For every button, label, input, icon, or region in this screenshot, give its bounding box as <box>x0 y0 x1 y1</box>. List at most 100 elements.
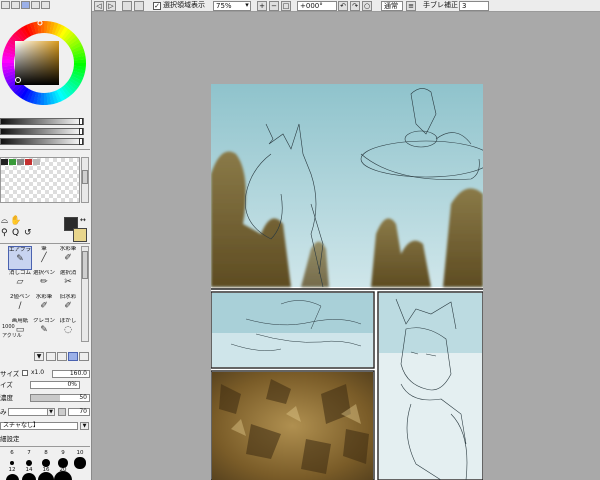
brush-tool-watercolor[interactable]: 水彩筆 ✐ <box>32 294 56 318</box>
brush-tool-airbrush[interactable]: エアブラシ✎ <box>8 246 32 270</box>
edge-square-icon[interactable] <box>79 352 89 361</box>
swatch-grid[interactable] <box>0 157 80 203</box>
shape-strength-field[interactable]: 70 <box>68 408 90 416</box>
size-lock-checkbox[interactable] <box>22 370 28 376</box>
slider-knob[interactable] <box>79 138 83 145</box>
rotate-right-icon[interactable]: ↷ <box>350 1 360 11</box>
invert-selection-icon[interactable] <box>134 1 144 11</box>
swatch-mode-icon[interactable] <box>31 1 40 9</box>
shape-row: み ▼ 70 <box>0 407 90 417</box>
left-tool-panel: ⌓ ✋ ⚲ Q ↺ ↔ エアブラシ✎筆╱水彩筆✐消しゴム▱選択ペン✏選択消✂2値… <box>0 0 92 480</box>
swatch-light-gray[interactable] <box>33 159 40 165</box>
show-selection-checkbox[interactable]: ✓ <box>153 2 161 10</box>
slider-s[interactable] <box>0 128 84 135</box>
selection-tool-icons: ⌓ ✋ ⚲ Q ↺ <box>0 216 60 242</box>
brush-size-dot[interactable] <box>42 459 50 467</box>
airbrush-icon: ✎ <box>16 254 24 264</box>
zoom-out-icon[interactable]: − <box>269 1 279 11</box>
deselect-icon[interactable] <box>122 1 132 11</box>
edge-soft-icon[interactable] <box>68 352 78 361</box>
eraser-icon: ▱ <box>16 277 24 287</box>
brush-size-dot[interactable] <box>10 461 14 465</box>
advanced-settings-row[interactable]: 細設定 <box>0 434 90 444</box>
texture-dropdown[interactable]: スチャなし】 <box>0 422 78 430</box>
magic-wand-icon[interactable]: ⚲ <box>1 228 8 238</box>
brush-tool-grid: エアブラシ✎筆╱水彩筆✐消しゴム▱選択ペン✏選択消✂2値ペン∕水彩筆✐旧水彩✐画… <box>0 244 80 344</box>
brush-size-dot[interactable] <box>5 473 19 480</box>
swatch-red[interactable] <box>25 159 32 165</box>
scrollbar-thumb[interactable] <box>82 170 88 184</box>
rotate-icon[interactable]: ↺ <box>24 228 32 238</box>
swatch-dark-gray[interactable] <box>1 159 8 165</box>
brush-size-label: 9 <box>61 450 65 456</box>
stabilizer-label: 手ブレ補正 <box>423 1 458 9</box>
size-multiplier[interactable]: x1.0 <box>31 370 44 378</box>
flip-horizontal-icon[interactable]: ≡ <box>406 1 416 11</box>
size-value-field[interactable]: 160.0 <box>52 370 90 378</box>
brush-tool-eraser[interactable]: 消しゴム ▱ <box>8 270 32 294</box>
brush-tool-crayon[interactable]: クレヨン ✎ <box>32 318 56 342</box>
rotate-left-icon[interactable]: ↶ <box>338 1 348 11</box>
slider-h[interactable] <box>0 118 84 125</box>
slider-knob[interactable] <box>79 118 83 125</box>
edge-medium-icon[interactable] <box>57 352 67 361</box>
brush-size-label: 6 <box>10 450 14 456</box>
brush-size-presets: 67891012141620 <box>0 450 90 480</box>
color-wheel[interactable] <box>0 11 88 111</box>
background-color-box[interactable] <box>73 228 87 242</box>
texture-dropdown-arrow[interactable]: ▼ <box>80 422 89 430</box>
scrollbar-thumb[interactable] <box>82 251 88 279</box>
slider-v[interactable] <box>0 138 84 145</box>
rotate-reset-icon[interactable]: ○ <box>362 1 372 11</box>
scratchpad-mode-icon[interactable] <box>41 1 50 9</box>
brush-tool-sublabel: 1000 <box>2 324 15 330</box>
brush-size-label: 12 <box>8 467 16 473</box>
zoom-in-icon[interactable]: + <box>257 1 267 11</box>
edge-hard-icon[interactable] <box>46 352 56 361</box>
min-size-field[interactable]: 0% <box>30 381 80 389</box>
move-icon[interactable]: ✋ <box>10 216 21 226</box>
brush-tool-old-watercolor[interactable]: 旧水彩 ✐ <box>56 294 80 318</box>
watercolor-icon: ✐ <box>64 253 72 263</box>
advanced-settings-label[interactable]: 細設定 <box>0 435 20 443</box>
color-wheel-mode-icon[interactable] <box>1 1 10 9</box>
chevron-down-icon[interactable]: ▾ <box>242 1 252 11</box>
swatch-gray[interactable] <box>17 159 24 165</box>
density-row: 濃度 50 <box>0 393 90 403</box>
swap-colors-icon[interactable]: ↔ <box>80 216 86 224</box>
brush-tool-watercolor[interactable]: 水彩筆 ✐ <box>56 246 80 270</box>
rotation-dropdown[interactable]: +000° <box>297 1 337 11</box>
zoom-reset-icon[interactable]: □ <box>281 1 291 11</box>
value-overlay <box>15 41 59 85</box>
blend-mode-dropdown[interactable]: 通常 <box>381 1 403 11</box>
brush-size-dot[interactable] <box>26 460 32 466</box>
undo-icon[interactable]: ◁ <box>94 1 104 11</box>
brush-size-dot[interactable] <box>21 472 37 480</box>
brush-size-dot[interactable] <box>74 457 86 469</box>
zoom-icon[interactable]: Q <box>12 228 19 238</box>
rgb-slider-mode-icon[interactable] <box>11 1 20 9</box>
brush-tool-label: クレヨン <box>32 318 55 324</box>
brush-tool-brush[interactable]: 筆 ╱ <box>32 246 56 270</box>
brush-tool-blur[interactable]: ぼかし ◌ <box>56 318 80 342</box>
panel-bottom-left <box>212 372 373 480</box>
lasso-icon[interactable]: ⌓ <box>1 216 8 226</box>
shape-strength-icon[interactable] <box>58 408 66 416</box>
slider-knob[interactable] <box>79 128 83 135</box>
hsv-slider-mode-icon[interactable] <box>21 1 30 9</box>
panel-right <box>379 293 482 480</box>
density-field[interactable]: 50 <box>30 394 90 402</box>
brush-tool-selection-eraser[interactable]: 選択消 ✂ <box>56 270 80 294</box>
stabilizer-dropdown[interactable]: 3 <box>459 1 489 11</box>
brush-tool-selection-pen[interactable]: 選択ペン ✏ <box>32 270 56 294</box>
texture-row: スチャなし】 ▼ <box>0 421 90 431</box>
swatch-scrollbar[interactable] <box>81 157 89 203</box>
brush-shape-dropdown[interactable]: ▼ <box>34 352 44 361</box>
redo-icon[interactable]: ▷ <box>106 1 116 11</box>
swatch-green[interactable] <box>9 159 16 165</box>
tool-grid-scrollbar[interactable] <box>81 246 89 342</box>
shape-dropdown-arrow[interactable]: ▼ <box>47 408 55 416</box>
canvas[interactable] <box>211 84 483 480</box>
brush-tool-binary-pen[interactable]: 2値ペン ∕ <box>8 294 32 318</box>
panel-divider <box>0 446 90 447</box>
